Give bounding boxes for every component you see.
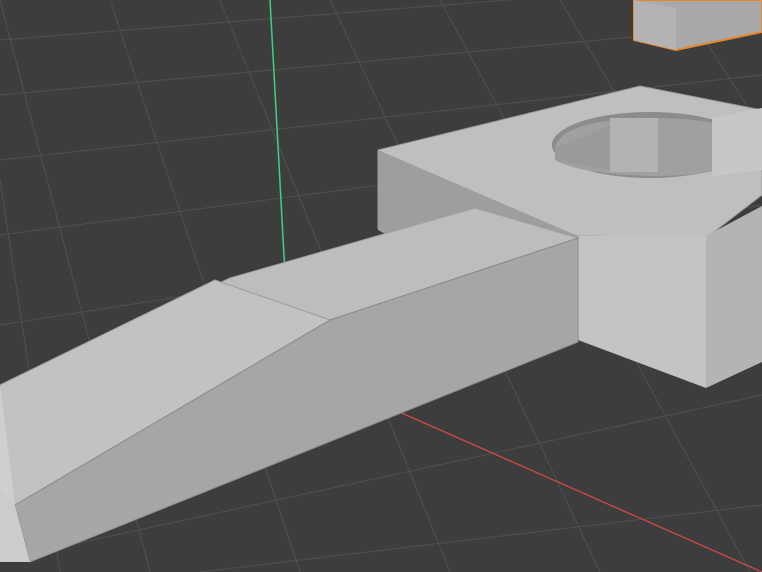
selected-cube[interactable] (633, 0, 762, 52)
3d-viewport[interactable] (0, 0, 762, 572)
y-axis-line (269, 0, 287, 293)
x-axis-line (344, 387, 762, 572)
wrench-handle[interactable] (0, 207, 580, 563)
viewport-canvas[interactable] (0, 0, 762, 572)
